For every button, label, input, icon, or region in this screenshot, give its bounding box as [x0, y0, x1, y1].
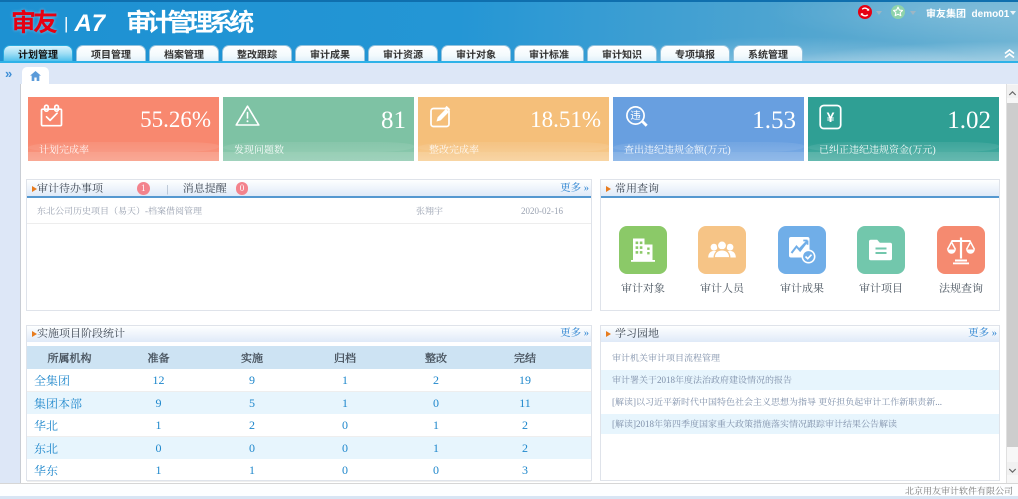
svg-text:¥: ¥: [827, 109, 835, 125]
svg-text:违: 违: [630, 108, 641, 123]
